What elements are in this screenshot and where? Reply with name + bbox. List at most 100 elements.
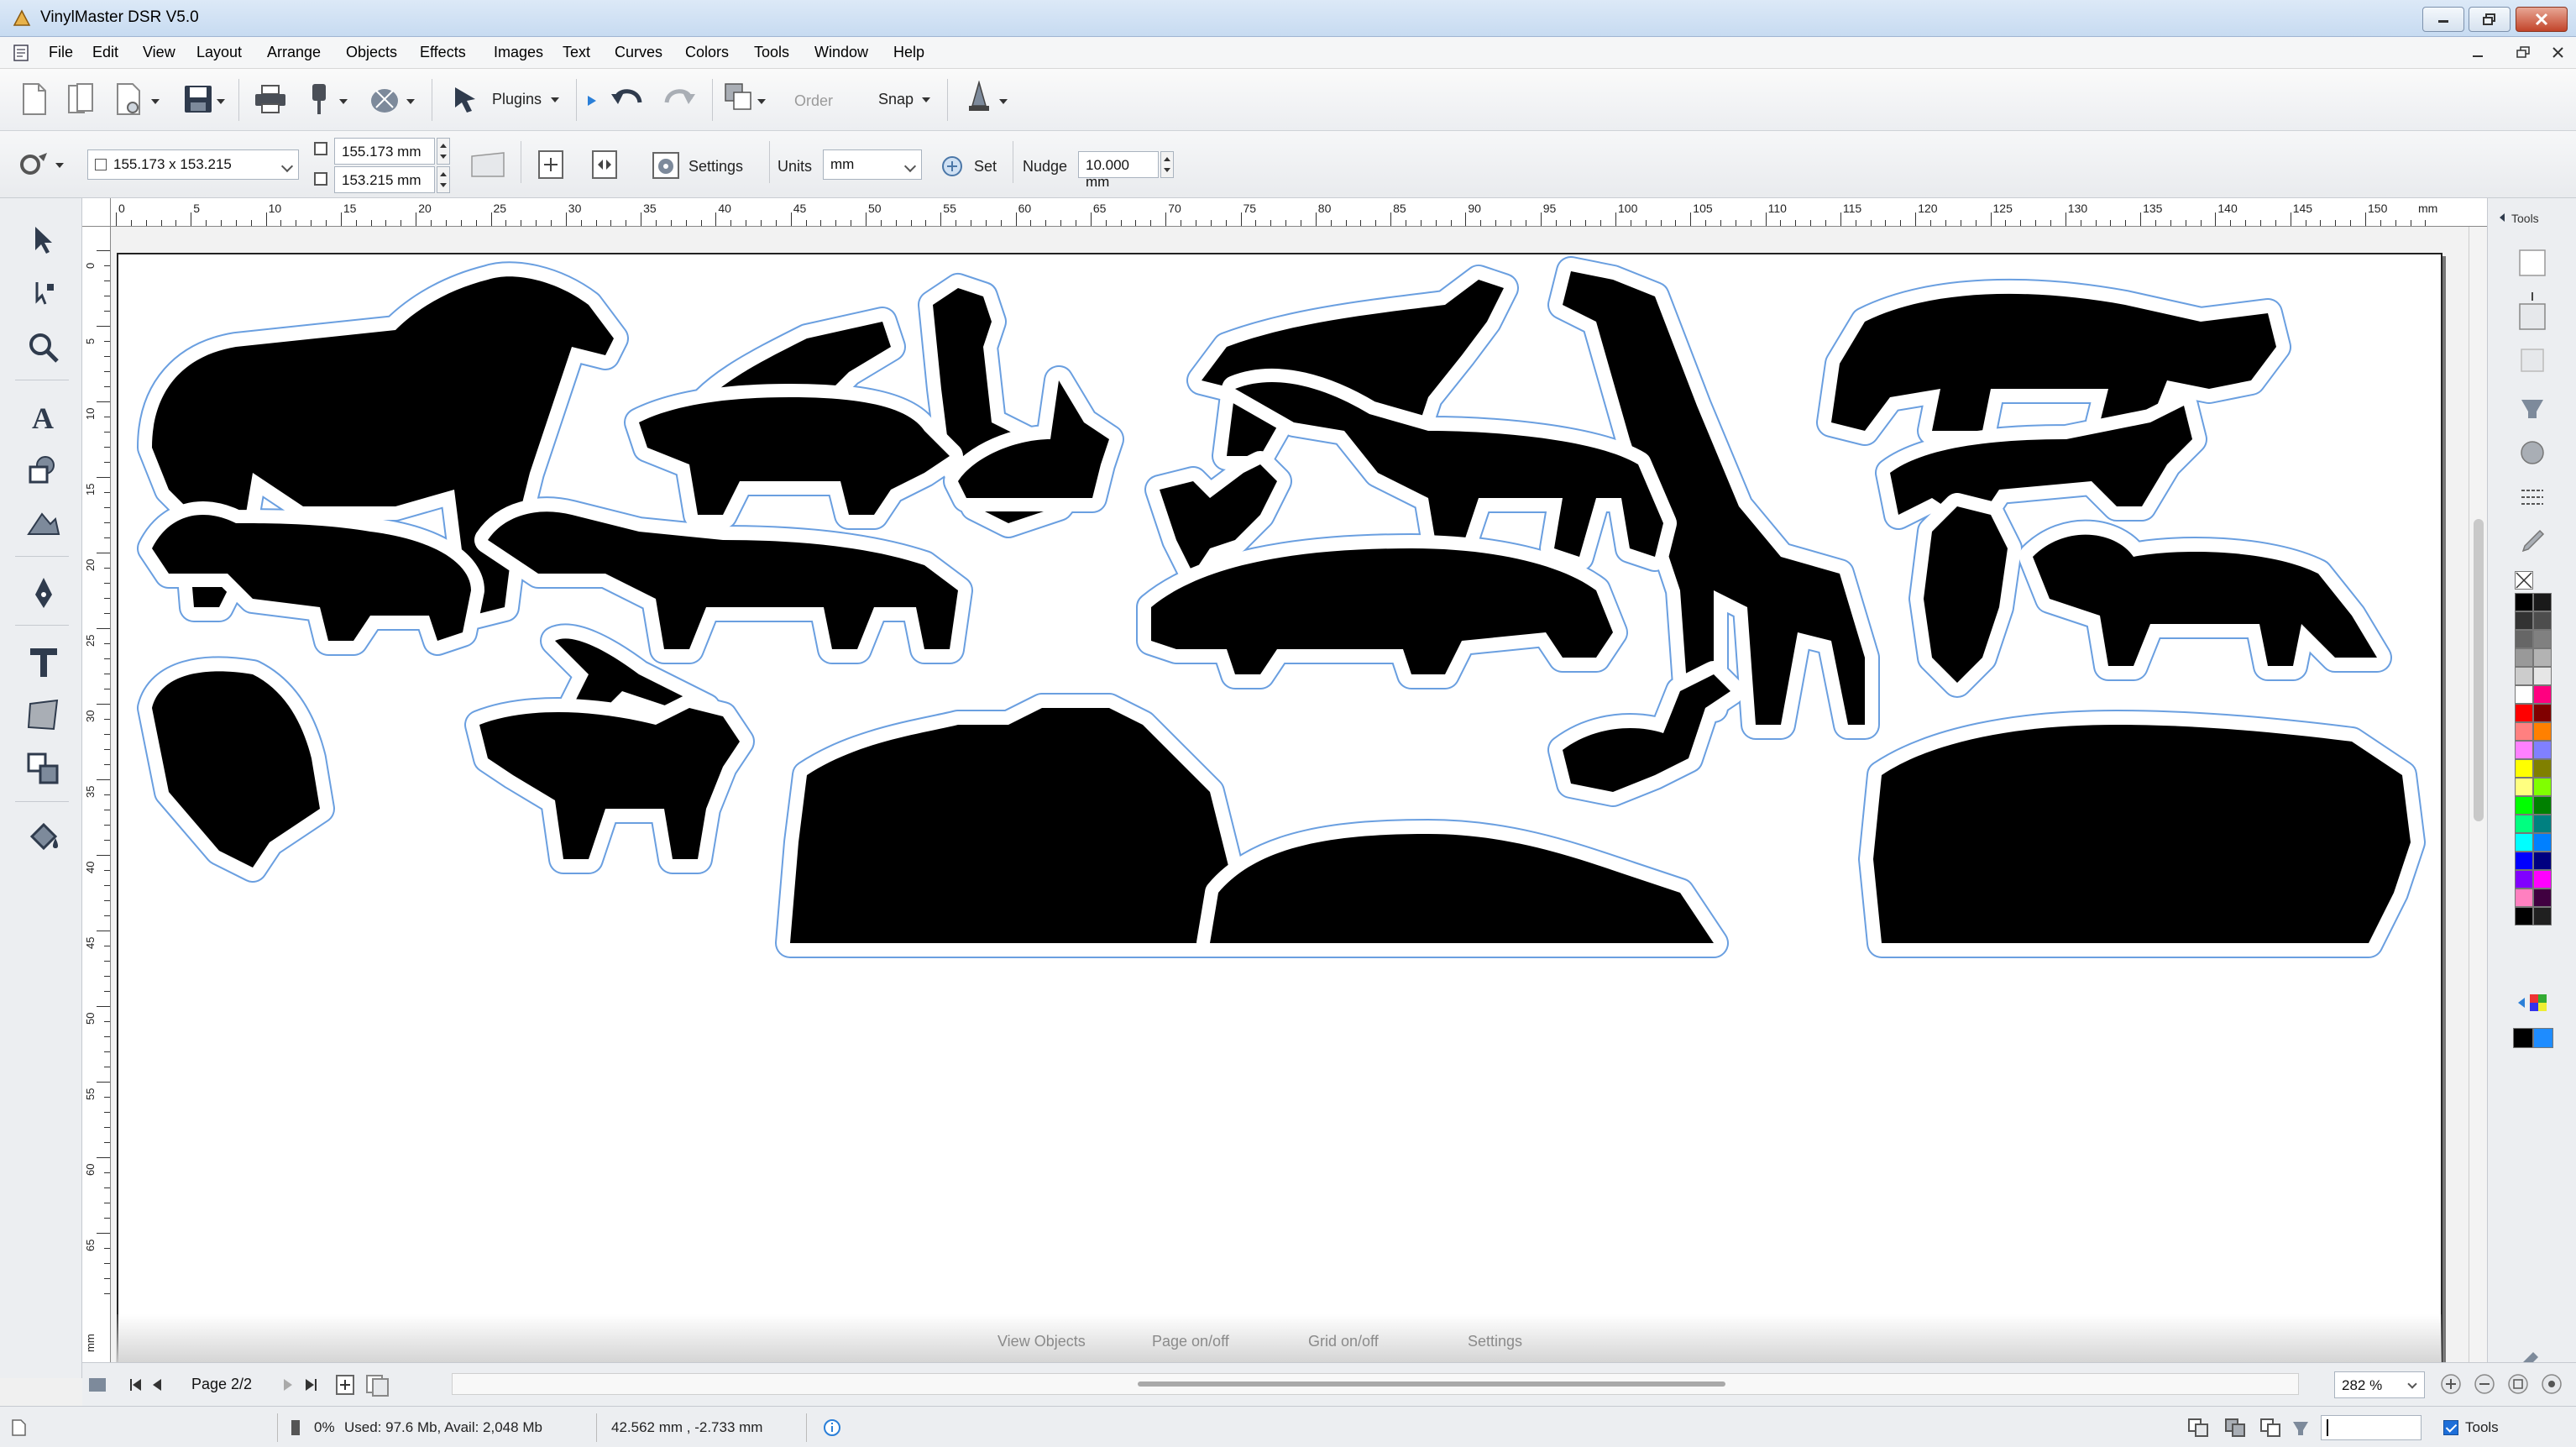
ruler-corner[interactable] (82, 198, 111, 227)
color-swatch[interactable] (2533, 815, 2552, 833)
color-swatch[interactable] (2533, 870, 2552, 889)
last-page-icon[interactable] (302, 1376, 319, 1393)
cut-plot-icon[interactable] (306, 82, 332, 116)
weld-shapes-icon[interactable] (2223, 1417, 2247, 1439)
snap-dropdown-arrow[interactable] (922, 97, 930, 102)
color-swatch[interactable] (2533, 833, 2552, 852)
color-swatch[interactable] (2515, 907, 2533, 925)
open-dropdown-arrow[interactable] (151, 99, 160, 104)
page-menu-icon[interactable] (86, 1373, 111, 1397)
collapse-arrow-icon[interactable] (2496, 212, 2508, 223)
color-swatch[interactable] (2533, 648, 2552, 667)
color-swatch[interactable] (2515, 685, 2533, 704)
close-button[interactable] (2516, 7, 2568, 32)
nudge-field[interactable]: 10.000 mm (1078, 151, 1159, 190)
new-document-icon[interactable] (20, 82, 49, 116)
fill-status-icon[interactable] (2291, 1417, 2311, 1439)
color-swatch[interactable] (2515, 611, 2533, 630)
add-page-button-icon[interactable] (334, 1373, 356, 1397)
color-swatch[interactable] (2533, 630, 2552, 648)
menu-curves[interactable]: Curves (615, 44, 662, 61)
width-spinner[interactable] (437, 138, 450, 165)
order-label[interactable]: Order (794, 92, 833, 110)
info-icon[interactable] (823, 1418, 841, 1437)
menu-images[interactable]: Images (494, 44, 543, 61)
workspace[interactable] (112, 228, 2487, 1363)
color-swatch[interactable] (2515, 741, 2533, 759)
pen-tool-icon[interactable] (25, 574, 62, 611)
weed-icon[interactable] (368, 82, 401, 116)
color-swatch[interactable] (2533, 685, 2552, 704)
weed-dropdown-arrow[interactable] (406, 99, 415, 104)
color-swatch[interactable] (2515, 722, 2533, 741)
order-icon[interactable] (724, 82, 754, 116)
zoom-fit-icon[interactable] (2507, 1373, 2529, 1395)
previous-page-icon[interactable] (149, 1376, 166, 1393)
view-objects-button[interactable]: View Objects (997, 1333, 1086, 1350)
vertical-scrollbar-thumb[interactable] (2474, 519, 2484, 821)
eyedropper-icon[interactable] (2518, 527, 2547, 556)
cut-dropdown-arrow[interactable] (339, 99, 348, 104)
plugins-icon[interactable] (450, 84, 480, 114)
color-swatch[interactable] (2515, 815, 2533, 833)
design-page[interactable] (117, 253, 2442, 1363)
undo-icon[interactable] (610, 82, 647, 116)
overlay-settings-button[interactable]: Settings (1468, 1333, 1522, 1350)
color-swatch[interactable] (2533, 796, 2552, 815)
vertical-scrollbar[interactable] (2469, 227, 2487, 1362)
height-field[interactable]: 153.215 mm (334, 166, 435, 193)
height-spinner[interactable] (437, 166, 450, 193)
save-icon[interactable] (183, 84, 213, 114)
color-swatch[interactable] (2533, 759, 2552, 778)
menu-layout[interactable]: Layout (196, 44, 242, 61)
menu-file[interactable]: File (49, 44, 73, 61)
color-swatch[interactable] (2515, 778, 2533, 796)
color-swatch[interactable] (2515, 648, 2533, 667)
redo-icon[interactable] (660, 82, 697, 116)
layers-icon[interactable] (2518, 291, 2547, 333)
color-swatch[interactable] (2515, 630, 2533, 648)
open-document-icon[interactable] (114, 82, 148, 116)
menu-help[interactable]: Help (893, 44, 924, 61)
color-swatch[interactable] (2515, 852, 2533, 870)
trim-icon[interactable] (2259, 1417, 2282, 1439)
menu-view[interactable]: View (143, 44, 175, 61)
transform-dropdown-arrow[interactable] (55, 163, 64, 168)
first-page-icon[interactable] (128, 1376, 144, 1393)
blade-tool-icon[interactable] (964, 81, 994, 118)
shape-tool-icon[interactable] (25, 452, 62, 489)
color-mixer-icon[interactable] (2515, 991, 2548, 1016)
horizontal-scrollbar-thumb[interactable] (1138, 1381, 1725, 1387)
color-status-field[interactable] (2321, 1415, 2422, 1440)
set-label[interactable]: Set (974, 158, 997, 176)
color-swatch[interactable] (2515, 667, 2533, 685)
color-swatch[interactable] (2533, 889, 2552, 907)
color-swatch[interactable] (2515, 833, 2533, 852)
templates-icon[interactable] (65, 82, 96, 116)
tools-checkbox[interactable] (2443, 1420, 2458, 1435)
mdi-restore-icon[interactable] (2514, 45, 2532, 60)
color-swatch[interactable] (2533, 704, 2552, 722)
color-swatch[interactable] (2515, 704, 2533, 722)
snap-label[interactable]: Snap (878, 91, 914, 108)
zoom-in-icon[interactable] (2440, 1373, 2462, 1395)
vertical-ruler[interactable]: 0 5 10 15 20 25 30 35 40 45 50 55 60 65 mm (82, 227, 111, 1362)
grid-toggle-button[interactable]: Grid on/off (1308, 1333, 1379, 1350)
color-swatch[interactable] (2533, 778, 2552, 796)
color-swatch[interactable] (2515, 796, 2533, 815)
zoom-out-icon[interactable] (2474, 1373, 2495, 1395)
node-edit-icon[interactable] (25, 275, 62, 312)
align-icon[interactable] (2518, 482, 2547, 511)
save-dropdown-arrow[interactable] (217, 99, 225, 104)
color-swatch[interactable] (2533, 907, 2552, 925)
arrange-tool-icon[interactable] (25, 751, 62, 788)
blade-dropdown-arrow[interactable] (999, 99, 1008, 104)
transform-tool-icon[interactable] (17, 149, 50, 180)
text-tool-icon[interactable]: A (25, 398, 62, 435)
zoom-icon[interactable] (25, 329, 62, 366)
menu-arrange[interactable]: Arrange (267, 44, 321, 61)
zoom-level-select[interactable]: 282 % (2334, 1371, 2425, 1398)
color-swatch[interactable] (2533, 852, 2552, 870)
animal-silhouettes-artwork[interactable] (118, 254, 2442, 1363)
horizontal-ruler[interactable]: 0 5 10 15 20 25 30 35 40 45 50 55 60 65 70 75 80 85 90 95 10… (82, 198, 2487, 227)
